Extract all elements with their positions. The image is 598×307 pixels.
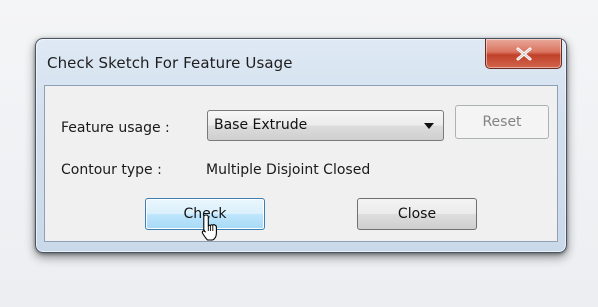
contour-type-value: Multiple Disjoint Closed	[206, 162, 371, 178]
reset-button-label: Reset	[482, 114, 522, 130]
close-button[interactable]: Close	[357, 198, 477, 230]
window-close-button[interactable]	[485, 39, 562, 69]
dialog-client-area: Feature usage : Base Extrude Reset Conto…	[44, 85, 558, 242]
close-x-icon	[516, 47, 532, 61]
feature-usage-label: Feature usage :	[61, 120, 170, 136]
check-button-label: Check	[183, 206, 227, 222]
close-button-label: Close	[397, 206, 437, 222]
check-button[interactable]: Check	[145, 198, 265, 230]
check-sketch-dialog: Check Sketch For Feature Usage Feature u…	[35, 38, 567, 253]
chevron-down-icon	[424, 123, 434, 129]
contour-type-label: Contour type :	[61, 162, 162, 178]
feature-usage-value: Base Extrude	[214, 117, 308, 133]
title-bar[interactable]: Check Sketch For Feature Usage	[36, 39, 566, 85]
feature-usage-dropdown[interactable]: Base Extrude	[207, 110, 444, 141]
dialog-title: Check Sketch For Feature Usage	[47, 54, 293, 72]
reset-button[interactable]: Reset	[455, 105, 549, 139]
